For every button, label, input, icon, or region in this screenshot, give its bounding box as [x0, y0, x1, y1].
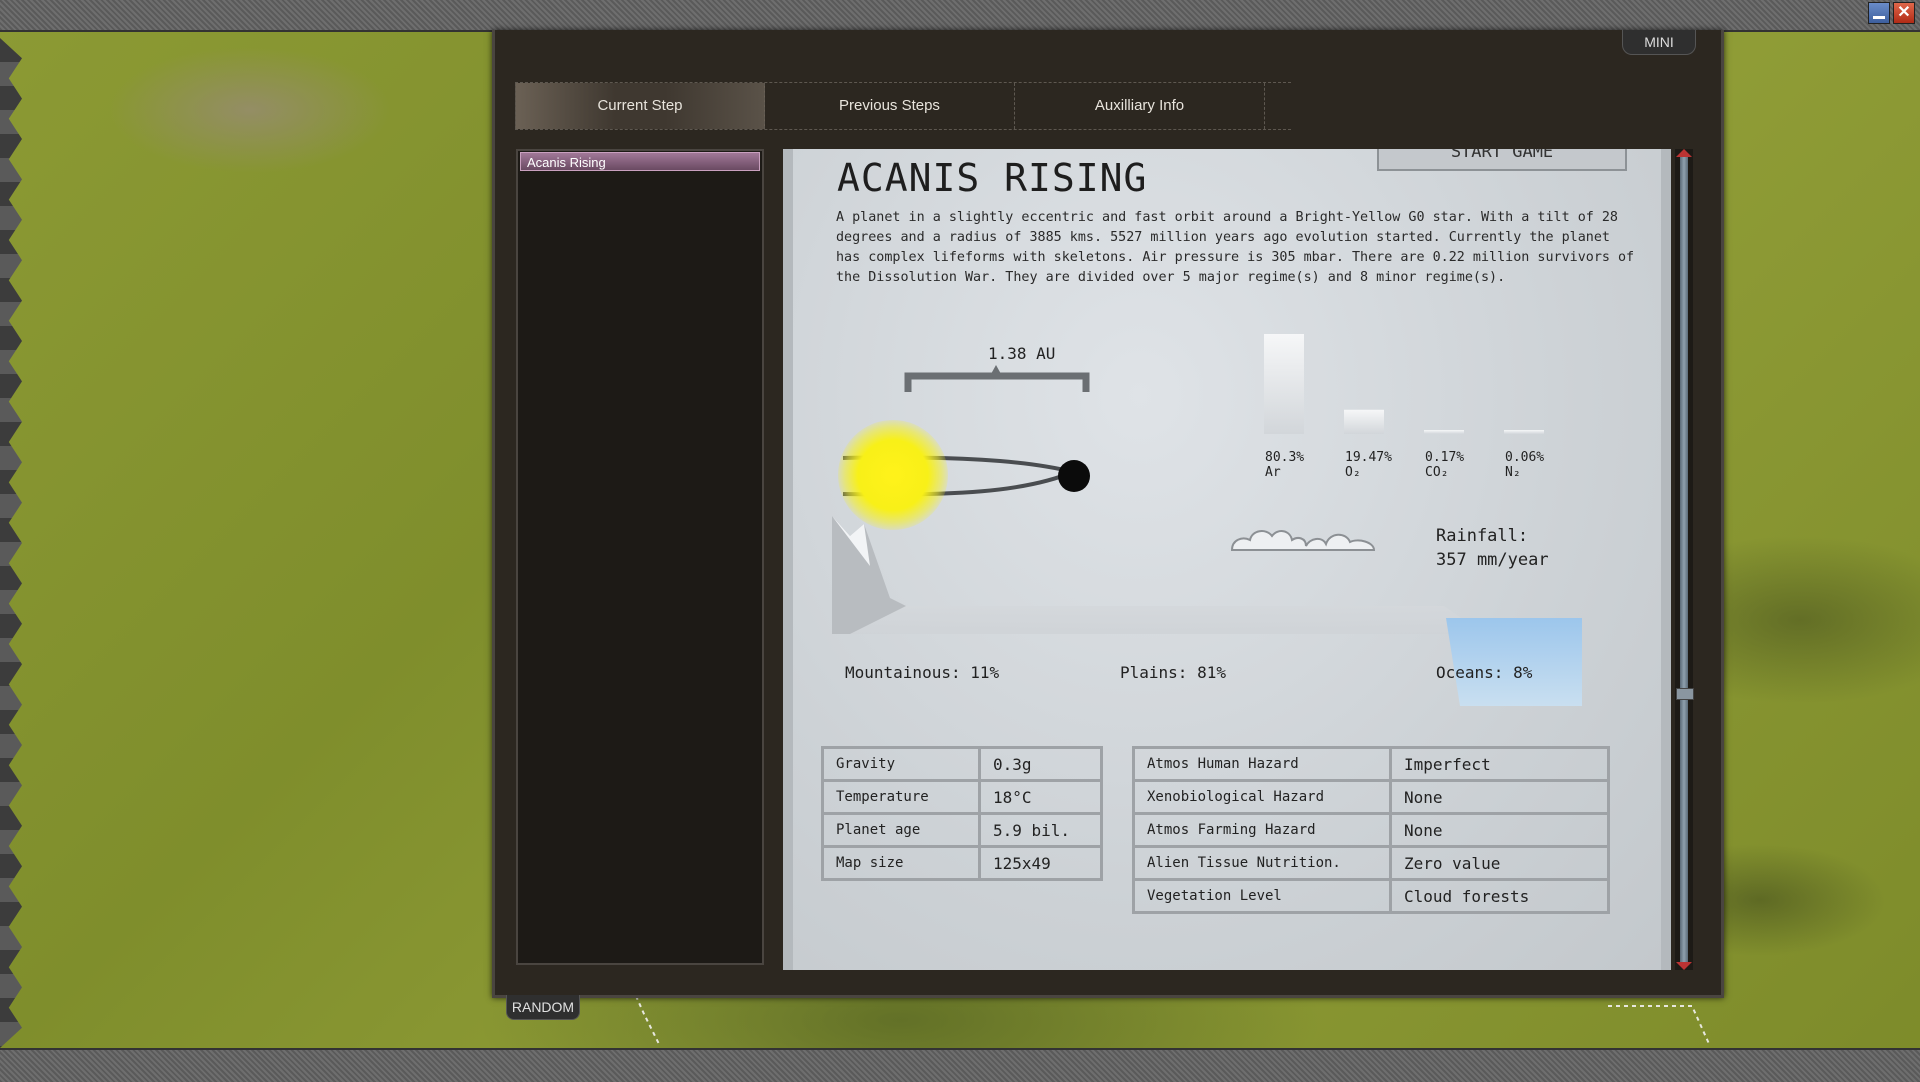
stat-value: 18°C [978, 779, 1103, 815]
stat-key: Planet age [821, 812, 981, 848]
tab-previous-steps[interactable]: Previous Steps [765, 83, 1015, 129]
tab-spacer [1265, 83, 1291, 129]
hazard-value: Cloud forests [1389, 878, 1610, 914]
gas-n2-label: 0.06% N₂ [1505, 450, 1544, 480]
gas-o2-label: 19.47% O₂ [1345, 450, 1392, 480]
minimize-icon [1873, 16, 1885, 19]
orbit-distance-bracket [904, 365, 1090, 392]
close-button[interactable]: ✕ [1893, 2, 1915, 24]
bottom-bar [0, 1048, 1920, 1082]
mini-button[interactable]: MINI [1622, 30, 1696, 55]
start-game-button[interactable]: START GAME [1377, 149, 1627, 171]
stat-key: Map size [821, 845, 981, 881]
hazard-key: Xenobiological Hazard [1132, 779, 1392, 815]
gas-bar-3 [1504, 430, 1544, 434]
hazard-key: Vegetation Level [1132, 878, 1392, 914]
planet-icon [1058, 460, 1090, 492]
top-bar [0, 0, 1920, 32]
planet-title: ACANIS RISING [837, 156, 1148, 200]
map-path-right [1608, 1005, 1711, 1047]
stat-value: 5.9 bil. [978, 812, 1103, 848]
tab-auxilliary-info[interactable]: Auxilliary Info [1015, 83, 1265, 129]
tab-bar: Current Step Previous Steps Auxilliary I… [515, 82, 1291, 130]
planet-stats-table: Gravity 0.3g Temperature 18°C Planet age 5.… [821, 746, 1103, 881]
close-icon: ✕ [1897, 4, 1911, 21]
stat-key: Gravity [821, 746, 981, 782]
hazard-value: None [1389, 779, 1610, 815]
gas-name: N₂ [1505, 465, 1521, 480]
gas-name: O₂ [1345, 465, 1361, 480]
gas-ar-label: 80.3% Ar [1265, 450, 1304, 480]
gas-percent: 0.17% [1425, 450, 1465, 465]
map-path-left [635, 995, 661, 1047]
table-row: Atmos Human Hazard Imperfect [1132, 746, 1610, 782]
hazard-value: None [1389, 812, 1610, 848]
gas-name: CO₂ [1425, 465, 1449, 480]
scrollbar-rail [1680, 155, 1688, 965]
atmosphere-bar-chart [1264, 334, 1544, 434]
terrain-mountainous: Mountainous: 11% [845, 663, 1000, 682]
table-row: Temperature 18°C [821, 779, 1103, 815]
minimize-button[interactable] [1868, 2, 1890, 24]
table-row: Alien Tissue Nutrition. Zero value [1132, 845, 1610, 881]
planet-list[interactable] [516, 149, 764, 965]
tab-current-step[interactable]: Current Step [515, 83, 765, 129]
gas-percent: 0.06% [1505, 450, 1545, 465]
table-row: Atmos Farming Hazard None [1132, 812, 1610, 848]
gas-bar-0 [1264, 334, 1304, 434]
gas-percent: 80.3% [1265, 450, 1305, 465]
table-row: Xenobiological Hazard None [1132, 779, 1610, 815]
planet-description: A planet in a slightly eccentric and fas… [836, 210, 1635, 285]
table-row: Vegetation Level Cloud forests [1132, 878, 1610, 914]
hazard-value: Zero value [1389, 845, 1610, 881]
hazard-key: Atmos Human Hazard [1132, 746, 1392, 782]
random-button[interactable]: RANDOM [506, 995, 580, 1020]
gas-bar-1 [1344, 409, 1384, 434]
gas-percent: 19.47% [1345, 450, 1392, 465]
scrollbar-thumb[interactable] [1676, 688, 1694, 700]
gas-co2-label: 0.17% CO₂ [1425, 450, 1464, 480]
hazard-key: Atmos Farming Hazard [1132, 812, 1392, 848]
gas-bar-2 [1424, 430, 1464, 434]
stat-value: 0.3g [978, 746, 1103, 782]
stat-key: Temperature [821, 779, 981, 815]
table-row: Gravity 0.3g [821, 746, 1103, 782]
hazards-table: Atmos Human Hazard Imperfect Xenobiologic… [1132, 746, 1610, 914]
list-item-acanis-rising[interactable]: Acanis Rising [520, 152, 760, 171]
hazard-value: Imperfect [1389, 746, 1610, 782]
terrain-oceans: Oceans: 8% [1436, 663, 1533, 682]
table-row: Map size 125x49 [821, 845, 1103, 881]
stat-value: 125x49 [978, 845, 1103, 881]
hazard-key: Alien Tissue Nutrition. [1132, 845, 1392, 881]
terrain-plains: Plains: 81% [1120, 663, 1226, 682]
table-row: Planet age 5.9 bil. [821, 812, 1103, 848]
gas-name: Ar [1265, 465, 1281, 480]
